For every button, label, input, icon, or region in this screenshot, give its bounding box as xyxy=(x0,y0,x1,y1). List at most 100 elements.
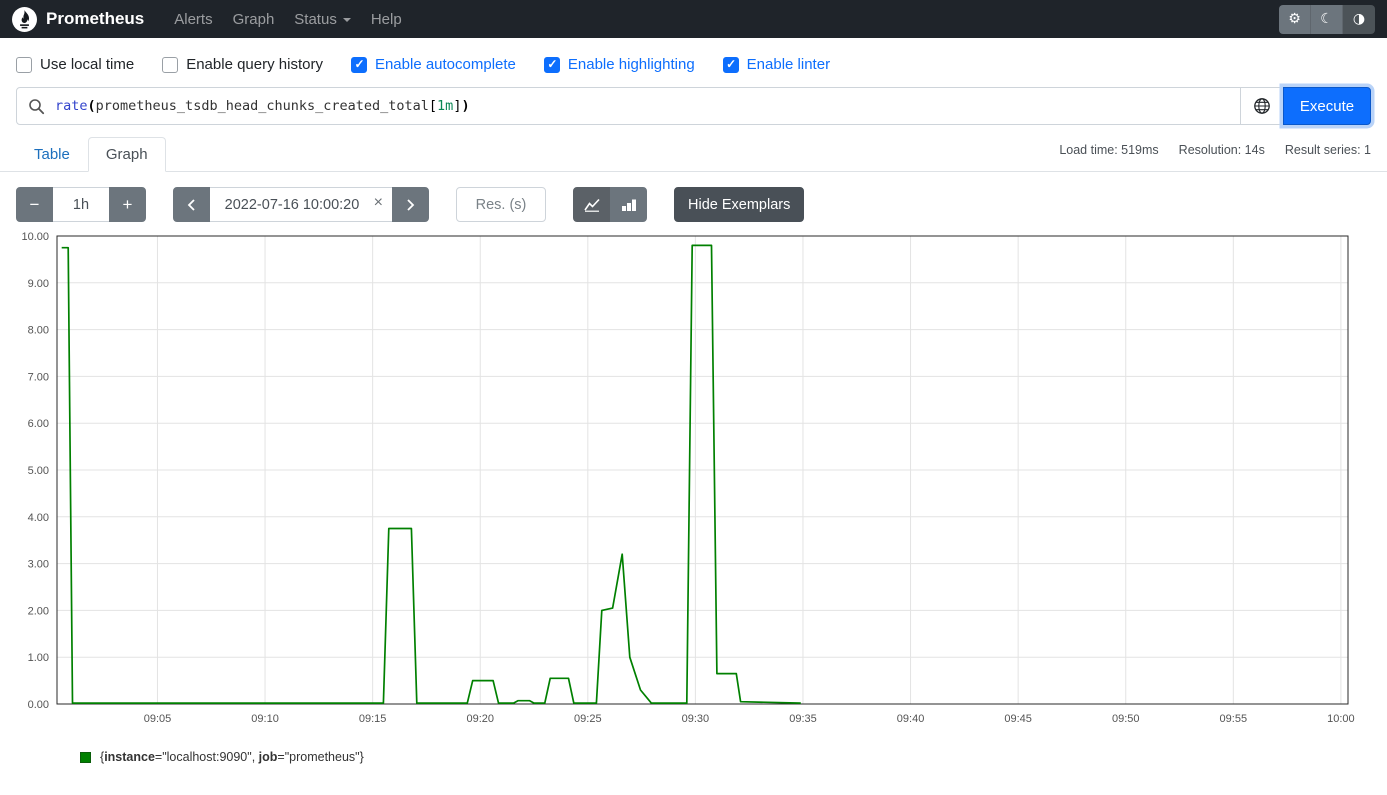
settings-button[interactable]: ⚙ xyxy=(1279,5,1311,34)
y-tick-label: 8.00 xyxy=(28,325,49,337)
resolution-input[interactable] xyxy=(456,187,546,222)
moon-icon: ☾ xyxy=(1320,11,1333,27)
plus-icon: + xyxy=(123,195,133,215)
dark-theme-button[interactable]: ☾ xyxy=(1311,5,1343,34)
tabs-row: Table Graph Load time: 519ms Resolution:… xyxy=(0,137,1387,172)
x-tick-label: 10:00 xyxy=(1327,713,1355,725)
series-line xyxy=(62,245,801,703)
prometheus-logo xyxy=(12,7,37,32)
x-tick-label: 09:10 xyxy=(251,713,279,725)
graph-canvas[interactable]: 09:0509:1009:1509:2009:2509:3009:3509:40… xyxy=(8,232,1355,730)
x-tick-label: 09:35 xyxy=(789,713,817,725)
time-group: × xyxy=(173,187,429,222)
line-chart-toggle-button[interactable] xyxy=(573,187,610,222)
datetime-wrap: × xyxy=(210,187,392,222)
range-group: − + xyxy=(16,187,146,222)
query-token: 1m xyxy=(437,98,453,114)
y-tick-label: 2.00 xyxy=(28,605,49,617)
range-input[interactable] xyxy=(53,187,109,222)
hide-exemplars-button[interactable]: Hide Exemplars xyxy=(674,187,804,222)
nav-alerts[interactable]: Alerts xyxy=(164,5,222,34)
range-decrease-button[interactable]: − xyxy=(16,187,53,222)
checkbox-label: Enable query history xyxy=(186,56,323,73)
checkbox-label: Enable linter xyxy=(747,56,830,73)
chevron-down-icon xyxy=(343,18,351,22)
auto-theme-button[interactable]: ◑ xyxy=(1343,5,1375,34)
query-token: ) xyxy=(461,98,469,114)
y-tick-label: 6.00 xyxy=(28,418,49,430)
query-expression-input[interactable]: rate(prometheus_tsdb_head_chunks_created… xyxy=(55,88,1240,124)
x-tick-label: 09:40 xyxy=(897,713,925,725)
query-token: rate xyxy=(55,98,88,114)
tab-table[interactable]: Table xyxy=(16,137,88,172)
time-back-button[interactable] xyxy=(173,187,210,222)
checkbox-use-local-time[interactable]: Use local time xyxy=(16,56,134,73)
nav-links: Alerts Graph Status Help xyxy=(164,5,1279,34)
y-tick-label: 1.00 xyxy=(28,652,49,664)
stacked-chart-toggle-button[interactable] xyxy=(610,187,647,222)
time-forward-button[interactable] xyxy=(392,187,429,222)
minus-icon: − xyxy=(30,195,40,215)
query-token: prometheus_tsdb_head_chunks_created_tota… xyxy=(96,98,429,114)
chevron-left-icon xyxy=(187,198,196,212)
y-tick-label: 4.00 xyxy=(28,512,49,524)
x-tick-label: 09:50 xyxy=(1112,713,1140,725)
chevron-right-icon xyxy=(406,198,415,212)
nav-graph[interactable]: Graph xyxy=(223,5,285,34)
query-input-group[interactable]: rate(prometheus_tsdb_head_chunks_created… xyxy=(16,87,1283,125)
checkbox-enable-highlighting[interactable]: Enable highlighting xyxy=(544,56,695,73)
checkbox-icon[interactable] xyxy=(162,57,178,73)
y-tick-label: 10.00 xyxy=(21,232,49,243)
checkbox-label: Use local time xyxy=(40,56,134,73)
tab-graph[interactable]: Graph xyxy=(88,137,166,172)
query-row: rate(prometheus_tsdb_head_chunks_created… xyxy=(16,87,1371,125)
contrast-icon: ◑ xyxy=(1353,11,1365,27)
datetime-input[interactable] xyxy=(210,187,392,222)
y-tick-label: 5.00 xyxy=(28,465,49,477)
checkbox-label: Enable highlighting xyxy=(568,56,695,73)
chart-type-group xyxy=(573,187,647,222)
clear-time-icon[interactable]: × xyxy=(374,195,383,211)
checkbox-enable-autocomplete[interactable]: Enable autocomplete xyxy=(351,56,516,73)
query-options-row: Use local time Enable query history Enab… xyxy=(0,38,1387,87)
x-tick-label: 09:45 xyxy=(1004,713,1032,725)
y-tick-label: 0.00 xyxy=(28,699,49,711)
checkbox-enable-query-history[interactable]: Enable query history xyxy=(162,56,323,73)
x-tick-label: 09:25 xyxy=(574,713,602,725)
checkbox-icon[interactable] xyxy=(16,57,32,73)
query-token: [ xyxy=(429,98,437,114)
load-time-stat: Load time: 519ms xyxy=(1059,143,1158,157)
x-tick-label: 09:55 xyxy=(1220,713,1248,725)
panel-tabs: Table Graph xyxy=(16,137,166,171)
range-increase-button[interactable]: + xyxy=(109,187,146,222)
legend-label: {instance="localhost:9090", job="prometh… xyxy=(100,750,364,764)
graph-panel: 09:0509:1009:1509:2009:2509:3009:3509:40… xyxy=(8,232,1371,730)
checkbox-checked-icon[interactable] xyxy=(351,57,367,73)
top-navbar: Prometheus Alerts Graph Status Help ⚙ ☾ … xyxy=(0,0,1387,38)
query-token: ( xyxy=(88,98,96,114)
nav-help[interactable]: Help xyxy=(361,5,412,34)
x-tick-label: 09:20 xyxy=(466,713,494,725)
gear-icon: ⚙ xyxy=(1288,11,1301,27)
resolution-group xyxy=(456,187,546,222)
x-tick-label: 09:30 xyxy=(682,713,710,725)
stacked-chart-icon xyxy=(621,198,637,212)
graph-controls: − + × Hide Exemplars xyxy=(16,187,1371,222)
nav-status[interactable]: Status xyxy=(284,5,361,34)
legend[interactable]: {instance="localhost:9090", job="prometh… xyxy=(80,750,1387,764)
query-stats: Load time: 519ms Resolution: 14s Result … xyxy=(1059,137,1371,157)
x-tick-label: 09:05 xyxy=(144,713,172,725)
checkbox-checked-icon[interactable] xyxy=(544,57,560,73)
y-tick-label: 3.00 xyxy=(28,559,49,571)
brand-name: Prometheus xyxy=(46,9,144,29)
nav-status-label: Status xyxy=(294,11,337,28)
y-tick-label: 7.00 xyxy=(28,371,49,383)
execute-button[interactable]: Execute xyxy=(1283,87,1371,125)
brand[interactable]: Prometheus xyxy=(12,7,144,32)
checkbox-enable-linter[interactable]: Enable linter xyxy=(723,56,830,73)
line-chart-icon xyxy=(584,198,600,212)
checkbox-checked-icon[interactable] xyxy=(723,57,739,73)
globe-icon xyxy=(1253,97,1271,115)
metrics-explorer-button[interactable] xyxy=(1240,88,1282,124)
result-series-stat: Result series: 1 xyxy=(1285,143,1371,157)
